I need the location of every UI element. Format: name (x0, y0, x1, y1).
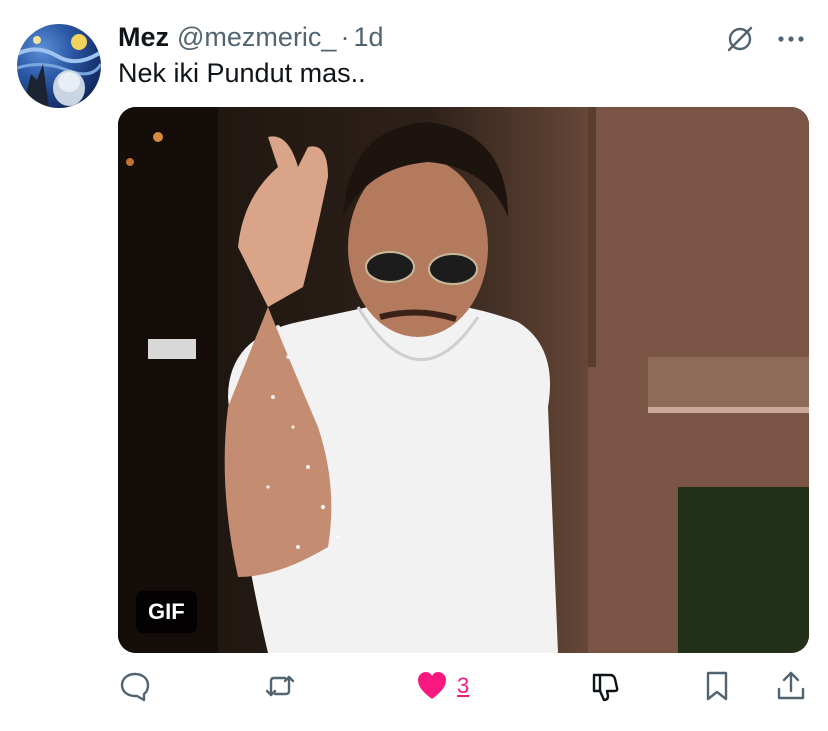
tweet-text: Nek iki Pundut mas.. (118, 58, 366, 88)
repost-button[interactable] (263, 668, 297, 704)
share-button[interactable] (774, 668, 808, 704)
more-icon[interactable] (774, 22, 808, 56)
author-handle[interactable]: @mezmeric_ (177, 22, 336, 53)
tweet-timestamp[interactable]: 1d (353, 22, 383, 53)
avatar[interactable] (17, 24, 101, 108)
gif-badge: GIF (136, 591, 197, 633)
tweet-header: Mez @mezmeric_ · 1d (118, 22, 384, 53)
reply-icon (120, 672, 150, 702)
like-count[interactable]: 3 (457, 673, 469, 699)
author-name[interactable]: Mez (118, 22, 169, 53)
tweet-media-gif[interactable]: GIF (118, 107, 809, 653)
bookmark-button[interactable] (700, 668, 734, 704)
share-icon (777, 671, 805, 700)
like-button[interactable]: 3 (415, 668, 469, 704)
dislike-icon (592, 673, 619, 702)
reply-button[interactable] (118, 668, 152, 704)
repost-icon (265, 675, 295, 697)
dislike-button[interactable] (588, 668, 622, 704)
heart-icon (418, 672, 446, 699)
separator-dot: · (340, 22, 350, 52)
grok-icon[interactable] (723, 22, 757, 56)
bookmark-icon (706, 671, 728, 701)
